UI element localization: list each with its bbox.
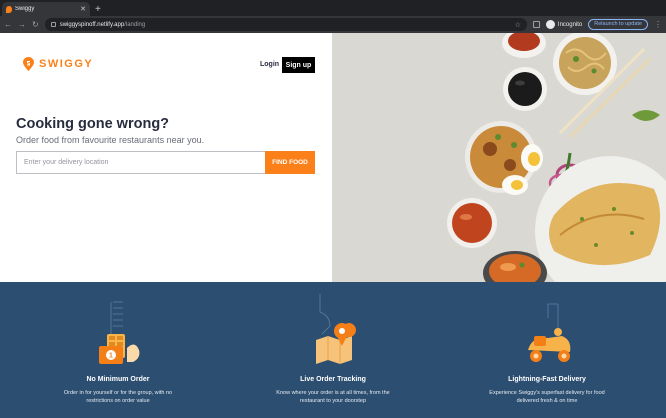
swiggy-logo[interactable]: SWIGGY bbox=[23, 57, 93, 71]
login-link[interactable]: Login bbox=[260, 61, 279, 68]
svg-text:1: 1 bbox=[109, 353, 113, 360]
signup-button[interactable]: Sign up bbox=[282, 57, 315, 73]
hero-left-panel: SWIGGY Login Sign up Cooking gone wrong?… bbox=[0, 33, 332, 282]
delivery-location-input[interactable]: Enter your delivery location bbox=[16, 151, 265, 174]
tab-title: Swiggy bbox=[15, 6, 35, 12]
reload-icon[interactable]: ↻ bbox=[32, 20, 39, 29]
site-info-icon[interactable] bbox=[50, 22, 56, 27]
profile-label: Incognito bbox=[557, 21, 583, 28]
incognito-icon bbox=[545, 20, 555, 29]
tab-close-icon[interactable]: ✕ bbox=[80, 6, 86, 13]
feature-lightning-fast-delivery: Lightning-Fast Delivery Experience Swigg… bbox=[472, 282, 622, 418]
browser-chrome: Swiggy ✕ + ← → ↻ swiggyspinoff.netlify.a… bbox=[0, 0, 666, 33]
hero-subline: Order food from favourite restaurants ne… bbox=[16, 135, 205, 145]
url-host: swiggyspinoff.netlify.app bbox=[59, 21, 125, 28]
feature-title: Live Order Tracking bbox=[300, 376, 366, 383]
location-search: Enter your delivery location FIND FOOD bbox=[16, 151, 315, 174]
url-text: swiggyspinoff.netlify.app/landing bbox=[60, 22, 146, 28]
hero-section: SWIGGY Login Sign up Cooking gone wrong?… bbox=[0, 33, 666, 282]
food-spread-illustration bbox=[332, 33, 666, 282]
food-photo bbox=[332, 33, 666, 282]
swiggy-pin-icon bbox=[23, 57, 34, 71]
address-bar[interactable]: swiggyspinoff.netlify.app/landing ☆ bbox=[44, 18, 527, 31]
feature-description: Order in for yourself or for the group, … bbox=[63, 390, 173, 404]
browser-toolbar: ← → ↻ swiggyspinoff.netlify.app/landing … bbox=[0, 16, 666, 33]
find-food-button[interactable]: FIND FOOD bbox=[265, 151, 315, 174]
feature-no-minimum-order: 1 No Minimum Order Order in for yourself… bbox=[43, 282, 193, 418]
tab-strip: Swiggy ✕ + bbox=[0, 0, 666, 16]
feature-title: No Minimum Order bbox=[86, 376, 150, 383]
browser-tab[interactable]: Swiggy ✕ bbox=[2, 2, 90, 16]
bookmark-star-icon[interactable]: ☆ bbox=[515, 21, 521, 29]
feature-description: Know where your order is at all times, f… bbox=[276, 390, 390, 404]
features-section: 1 No Minimum Order Order in for yourself… bbox=[0, 282, 666, 418]
url-path: /landing bbox=[124, 21, 146, 28]
browser-menu-icon[interactable]: ⋮ bbox=[654, 20, 662, 29]
logo-wordmark: SWIGGY bbox=[39, 58, 94, 70]
side-panel-icon[interactable] bbox=[532, 21, 540, 28]
swiggy-favicon-icon bbox=[6, 5, 12, 13]
new-tab-icon[interactable]: + bbox=[95, 3, 101, 16]
feature-live-order-tracking: Live Order Tracking Know where your orde… bbox=[258, 282, 408, 418]
forward-icon[interactable]: → bbox=[18, 20, 26, 29]
hero-headline: Cooking gone wrong? bbox=[16, 116, 170, 132]
feature-title: Lightning-Fast Delivery bbox=[508, 376, 586, 383]
fast-delivery-scooter-icon bbox=[528, 303, 571, 362]
back-icon[interactable]: ← bbox=[4, 20, 12, 29]
no-minimum-order-icon: 1 bbox=[99, 301, 140, 364]
live-tracking-map-icon bbox=[316, 294, 356, 364]
feature-description: Experience Swiggy's superfast delivery f… bbox=[489, 390, 605, 404]
relaunch-button[interactable]: Relaunch to update bbox=[588, 19, 648, 30]
incognito-profile[interactable]: Incognito bbox=[545, 20, 583, 29]
